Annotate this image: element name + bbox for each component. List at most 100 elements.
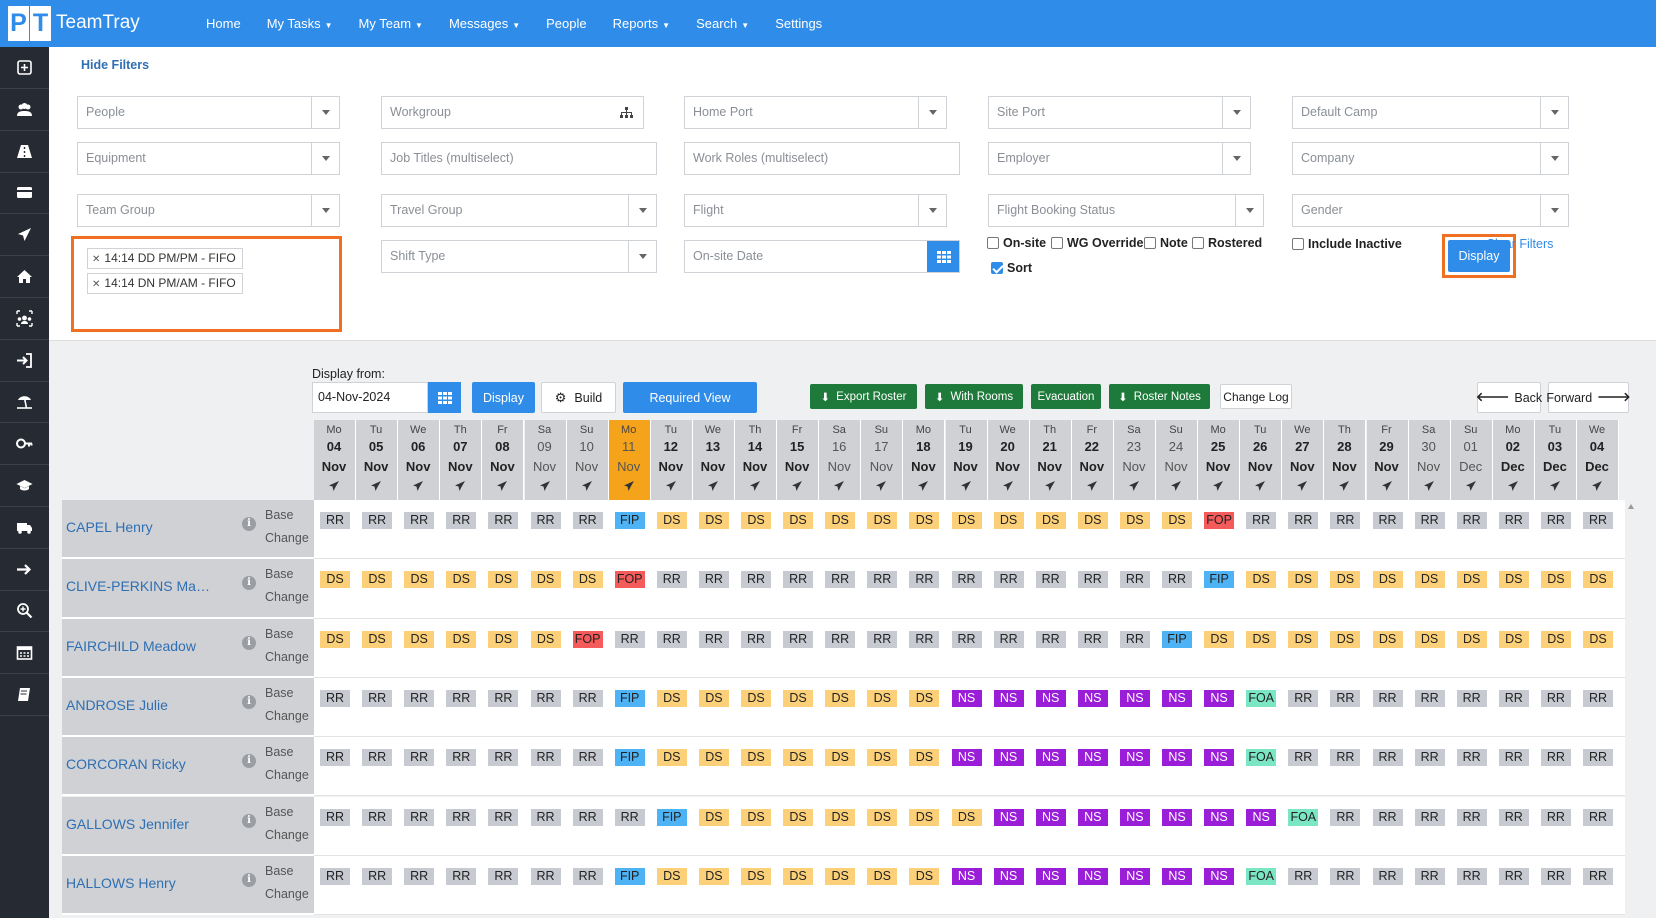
back-button[interactable]: 🡐 Back	[1476, 382, 1542, 413]
shift-cell[interactable]: RR	[1540, 689, 1571, 707]
shift-cell[interactable]: RR	[698, 571, 729, 589]
workgroup-select[interactable]: Workgroup	[381, 96, 644, 129]
shift-cell[interactable]: DS	[867, 867, 898, 885]
person-name-link[interactable]: GALLOWS Jennifer	[66, 816, 211, 832]
shift-cell[interactable]: DS	[1204, 630, 1235, 648]
shift-cell[interactable]: RR	[656, 630, 687, 648]
shift-cell[interactable]: RR	[1330, 749, 1361, 767]
shift-cell[interactable]: RR	[530, 689, 561, 707]
shift-cell[interactable]: FIP	[1204, 571, 1235, 589]
shift-cell[interactable]: RR	[1414, 808, 1445, 826]
info-icon[interactable]: i	[242, 517, 256, 531]
shift-cell[interactable]: RR	[320, 867, 350, 885]
shift-cell[interactable]: RR	[530, 512, 561, 529]
site-port-select[interactable]: Site Port	[988, 96, 1251, 129]
include-inactive-checkbox[interactable]: Include Inactive	[1292, 237, 1402, 251]
person-name-link[interactable]: FAIRCHILD Meadow	[66, 638, 211, 654]
person-name-link[interactable]: CAPEL Henry	[66, 519, 211, 535]
shift-cell[interactable]: NS	[1035, 689, 1066, 707]
person-name-link[interactable]: CORCORAN Ricky	[66, 756, 211, 772]
shift-cell[interactable]: RR	[362, 689, 393, 707]
shift-cell[interactable]: DS	[825, 689, 856, 707]
shift-cell[interactable]: RR	[530, 808, 561, 826]
note-checkbox[interactable]: Note	[1144, 236, 1188, 250]
shift-cell[interactable]: DS	[1583, 571, 1613, 589]
sidebar-item-card[interactable]	[0, 172, 49, 215]
shift-cell[interactable]: NS	[1077, 808, 1108, 826]
shift-cell[interactable]: RR	[1288, 867, 1319, 885]
team-tag-1[interactable]: ✕ 14:14 DD PM/PM - FIFO	[87, 248, 243, 269]
shift-cell[interactable]: RR	[488, 512, 519, 529]
work-roles-select[interactable]: Work Roles (multiselect)	[684, 142, 960, 175]
shift-cell[interactable]: RR	[1540, 867, 1571, 885]
shift-cell[interactable]: RR	[951, 571, 982, 589]
checkbox-box-checked[interactable]	[991, 262, 1003, 274]
shift-cell[interactable]: DS	[1414, 630, 1445, 648]
remove-tag-icon[interactable]: ✕	[92, 279, 100, 290]
shift-cell[interactable]: NS	[993, 689, 1024, 707]
employer-select[interactable]: Employer	[988, 142, 1251, 175]
shift-cell[interactable]: DS	[698, 512, 729, 529]
shift-cell[interactable]: RR	[1498, 867, 1529, 885]
checkbox-box[interactable]	[1192, 237, 1204, 249]
plane-icon[interactable]	[328, 480, 340, 495]
plane-icon[interactable]	[1465, 480, 1477, 495]
day-header[interactable]: We 13 Nov	[692, 420, 735, 500]
sidebar-item-search-plus[interactable]	[0, 590, 49, 633]
shift-cell[interactable]: RR	[909, 571, 940, 589]
plane-icon[interactable]	[1254, 480, 1266, 495]
shift-cell[interactable]: FOA	[1246, 867, 1277, 885]
day-header[interactable]: We 04 Dec	[1577, 420, 1619, 500]
shift-cell[interactable]: RR	[1498, 749, 1529, 767]
shift-cell[interactable]: NS	[1204, 808, 1235, 826]
day-header[interactable]: Fr 15 Nov	[777, 420, 820, 500]
checkbox-box[interactable]	[1144, 237, 1156, 249]
shift-cell[interactable]: RR	[1583, 808, 1613, 826]
shift-cell[interactable]: DS	[362, 571, 393, 589]
shift-cell[interactable]: NS	[1077, 749, 1108, 767]
plane-icon[interactable]	[412, 480, 424, 495]
shift-cell[interactable]: RR	[488, 749, 519, 767]
shift-cell[interactable]: FIP	[614, 867, 645, 885]
nav-people[interactable]: People	[546, 0, 586, 47]
shift-cell[interactable]: RR	[530, 867, 561, 885]
shift-cell[interactable]: NS	[951, 867, 982, 885]
plane-icon[interactable]	[1423, 480, 1435, 495]
app-logo[interactable]: P T TeamTray	[8, 5, 140, 41]
shift-cell[interactable]: RR	[1330, 512, 1361, 529]
shift-cell[interactable]: RR	[1372, 808, 1403, 826]
shift-cell[interactable]: RR	[1540, 808, 1571, 826]
shift-cell[interactable]: RR	[572, 749, 603, 767]
nav-my-tasks[interactable]: My Tasks ▼	[267, 0, 333, 47]
shift-cell[interactable]: RR	[404, 867, 435, 885]
shift-cell[interactable]: NS	[993, 808, 1024, 826]
day-header[interactable]: Tu 05 Nov	[356, 420, 399, 500]
shift-cell[interactable]: RR	[1414, 867, 1445, 885]
plane-icon[interactable]	[1507, 480, 1519, 495]
info-icon[interactable]: i	[242, 754, 256, 769]
shift-cell[interactable]: DS	[656, 749, 687, 767]
shift-cell[interactable]: RR	[1035, 630, 1066, 648]
checkbox-box[interactable]	[1051, 237, 1063, 249]
shift-cell[interactable]: RR	[446, 867, 477, 885]
plane-icon[interactable]	[1338, 480, 1350, 495]
shift-cell[interactable]: DS	[951, 512, 982, 529]
shift-cell[interactable]: DS	[656, 512, 687, 529]
sidebar-item-calendar[interactable]	[0, 632, 49, 675]
day-header[interactable]: Sa 09 Nov	[524, 420, 567, 500]
shift-cell[interactable]: RR	[1119, 571, 1150, 589]
info-icon[interactable]: i	[242, 576, 256, 591]
shift-cell[interactable]: FIP	[614, 689, 645, 707]
plane-icon[interactable]	[833, 480, 845, 495]
shift-cell[interactable]: NS	[1162, 749, 1192, 767]
plane-icon[interactable]	[539, 480, 551, 495]
shift-cell[interactable]: RR	[1414, 512, 1445, 529]
shift-cell[interactable]: RR	[362, 808, 393, 826]
change-log-button[interactable]: Change Log	[1220, 384, 1292, 409]
shift-cell[interactable]: NS	[1204, 689, 1235, 707]
shift-cell[interactable]: DS	[909, 867, 940, 885]
shift-cell[interactable]: NS	[951, 689, 982, 707]
plane-icon[interactable]	[1002, 480, 1014, 495]
shift-cell[interactable]: NS	[1246, 808, 1277, 826]
shift-cell[interactable]: RR	[1456, 749, 1487, 767]
